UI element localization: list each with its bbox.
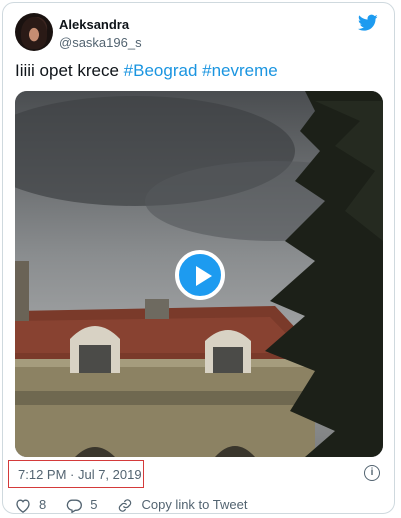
copy-link-label: Copy link to Tweet — [141, 497, 248, 512]
like-count: 8 — [39, 497, 47, 512]
link-icon — [119, 498, 132, 512]
tweet-text: Iiiii opet krece #Beograd #nevreme — [15, 61, 278, 81]
reply-count: 5 — [90, 497, 98, 512]
tweet-card[interactable]: Aleksandra @saska196_s Iiiii opet krece … — [2, 2, 395, 514]
heart-icon — [16, 498, 30, 513]
reply-icon — [66, 499, 83, 513]
copy-link-button[interactable]: Copy link to Tweet — [117, 497, 247, 513]
timestamp-highlight: 7:12 PM · Jul 7, 2019 — [8, 460, 144, 488]
like-button[interactable]: 8 — [15, 497, 46, 513]
video-player[interactable] — [15, 91, 383, 457]
info-icon[interactable]: i — [364, 465, 380, 481]
user-name[interactable]: Aleksandra — [59, 17, 129, 32]
hashtag-nevreme[interactable]: #nevreme — [202, 61, 278, 80]
reply-button[interactable]: 5 — [66, 497, 97, 513]
tweet-body: Iiiii opet krece — [15, 61, 124, 80]
hashtag-beograd[interactable]: #Beograd — [124, 61, 198, 80]
avatar[interactable] — [15, 13, 53, 51]
play-icon[interactable] — [175, 250, 225, 300]
user-handle[interactable]: @saska196_s — [59, 35, 142, 50]
tweet-timestamp[interactable]: 7:12 PM · Jul 7, 2019 — [18, 467, 142, 482]
tweet-actions: 8 5 Copy link to Tweet — [15, 497, 267, 513]
twitter-bird-icon[interactable] — [358, 14, 378, 32]
